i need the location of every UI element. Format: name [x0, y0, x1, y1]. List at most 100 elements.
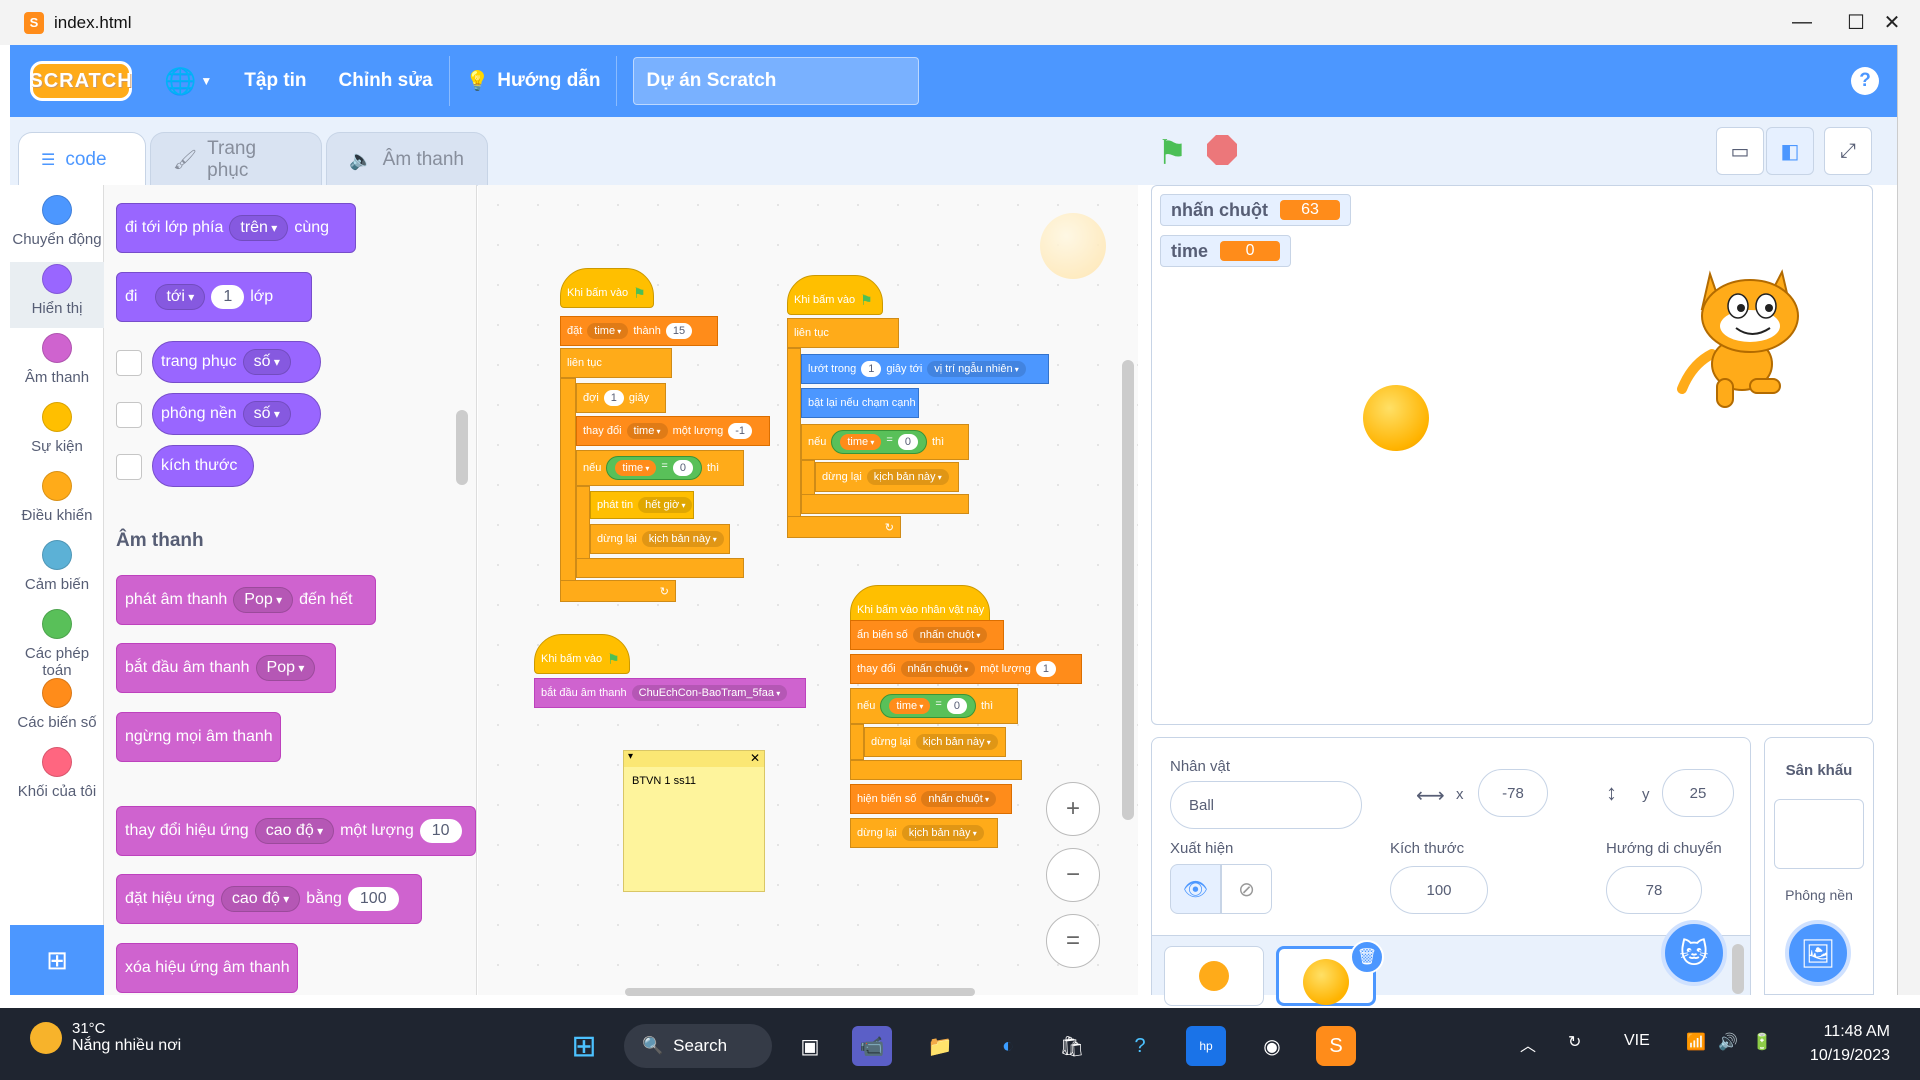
sprite-name-input[interactable]: Ball	[1170, 781, 1362, 829]
palette-block-start-sound[interactable]: bắt đầu âm thanh Pop	[116, 643, 336, 693]
zoom-reset-button[interactable]: =	[1046, 914, 1100, 968]
close-button[interactable]: ✕	[1864, 0, 1920, 45]
script1-forever[interactable]: liên tục	[560, 348, 672, 378]
comment-note[interactable]: ▾ ✕ BTVN 1 ss11	[623, 750, 765, 892]
palette-block-costume[interactable]: trang phục số	[152, 341, 321, 383]
block-reporter[interactable]: time	[889, 698, 931, 714]
direction-input[interactable]: 78	[1606, 866, 1702, 914]
backdrop-thumbnail[interactable]	[1774, 799, 1864, 869]
block-number-input[interactable]: 0	[897, 434, 918, 450]
close-icon[interactable]: ✕	[750, 751, 760, 765]
code-vertical-scrollbar[interactable]	[1122, 360, 1134, 820]
file-explorer-icon[interactable]: 📁	[920, 1026, 960, 1066]
script3-start-sound[interactable]: bắt đầu âm thanh ChuEchCon-BaoTram_5faa	[534, 678, 806, 708]
cat-sprite[interactable]	[1672, 254, 1822, 410]
block-dropdown[interactable]: cao độ	[220, 886, 301, 912]
block-dropdown[interactable]: Pop	[255, 655, 316, 681]
block-dropdown[interactable]: kịch bản này	[866, 469, 949, 485]
script3-hat[interactable]: Khi bấm vào ⚑	[534, 634, 630, 674]
block-reporter[interactable]: time	[840, 434, 882, 450]
language-menu[interactable]: 🌐 ▼	[148, 45, 228, 117]
script2-stop[interactable]: dừng lại kịch bản này	[815, 462, 959, 492]
block-dropdown[interactable]: kịch bản này	[901, 825, 984, 841]
script2-glide[interactable]: lướt trong 1 giây tới vị trí ngẫu nhiên	[801, 354, 1049, 384]
palette-block-backdrop[interactable]: phông nền số	[152, 393, 321, 435]
note-header[interactable]: ▾ ✕	[624, 751, 764, 767]
script4-stop[interactable]: dừng lại kịch bản này	[864, 727, 1006, 757]
edge-icon[interactable]: ◐	[988, 1026, 1028, 1066]
file-menu[interactable]: Tập tin	[228, 45, 322, 117]
edit-menu[interactable]: Chỉnh sửa	[323, 45, 449, 117]
block-dropdown[interactable]: trên	[229, 215, 289, 241]
script4-if[interactable]: nếu time = 0 thì	[850, 688, 1018, 724]
equals-operator[interactable]: time = 0	[606, 456, 702, 480]
taskbar-search[interactable]: 🔍 Search	[624, 1024, 772, 1068]
project-title-input[interactable]: Dự án Scratch	[633, 57, 920, 105]
sync-icon[interactable]: ↻	[1568, 1032, 1581, 1052]
scratch-app-icon[interactable]: S	[1316, 1026, 1356, 1066]
block-dropdown[interactable]: nhấn chuột	[921, 791, 997, 807]
script1-broadcast[interactable]: phát tin hết giờ	[590, 491, 694, 519]
block-number-input[interactable]: 1	[211, 285, 245, 309]
block-dropdown[interactable]: Pop	[233, 587, 294, 613]
script2-forever[interactable]: liên tục	[787, 318, 899, 348]
sprite-tile-cat[interactable]	[1164, 946, 1264, 1006]
tray-chevron-icon[interactable]: ︿	[1520, 1032, 1536, 1056]
window-scrollbar[interactable]	[1897, 45, 1920, 995]
teams-icon[interactable]: 📹	[852, 1026, 892, 1066]
script2-hat[interactable]: Khi bấm vào ⚑	[787, 275, 883, 315]
equals-operator[interactable]: time = 0	[831, 430, 927, 454]
palette-block-set-effect[interactable]: đặt hiệu ứng cao độ bằng 100	[116, 874, 422, 924]
stage-canvas[interactable]: nhấn chuột 63 time 0	[1151, 185, 1873, 725]
block-number-input[interactable]: 15	[665, 323, 693, 339]
reporter-checkbox[interactable]	[116, 350, 142, 376]
add-sprite-button[interactable]: 🐱	[1661, 920, 1727, 986]
zoom-in-button[interactable]: +	[1046, 782, 1100, 836]
size-input[interactable]: 100	[1390, 866, 1488, 914]
battery-icon[interactable]: 🔋	[1752, 1032, 1772, 1052]
block-dropdown[interactable]: kịch bản này	[641, 531, 724, 547]
scratch-logo[interactable]: SCRATCH	[29, 61, 132, 101]
block-dropdown[interactable]: nhấn chuột	[900, 661, 976, 677]
tab-costumes[interactable]: 🖌 Trang phục	[150, 132, 322, 186]
palette-block-go-to-layer[interactable]: đi tới lớp phía trên cùng	[116, 203, 356, 253]
weather-widget[interactable]: 31°C Nắng nhiều nơi	[30, 1020, 181, 1055]
block-number-input[interactable]: 100	[347, 887, 399, 911]
start-icon[interactable]: ⊞	[564, 1026, 604, 1066]
zoom-out-button[interactable]: −	[1046, 848, 1100, 902]
block-dropdown[interactable]: cao độ	[254, 818, 335, 844]
category-8[interactable]: Khối của tôi	[10, 745, 104, 811]
script4-hat[interactable]: Khi bấm vào nhân vật này	[850, 585, 990, 625]
reporter-checkbox[interactable]	[116, 402, 142, 428]
category-0[interactable]: Chuyển động	[10, 193, 104, 259]
add-backdrop-button[interactable]: 🖼	[1785, 920, 1851, 986]
palette-block-play-sound[interactable]: phát âm thanh Pop đến hết	[116, 575, 376, 625]
block-dropdown[interactable]: nhấn chuột	[912, 627, 988, 643]
task-view-icon[interactable]: ▣	[790, 1026, 830, 1066]
script4-stop2[interactable]: dừng lại kịch bản này	[850, 818, 998, 848]
script1-stop[interactable]: dừng lại kịch bản này	[590, 524, 730, 554]
block-reporter[interactable]: time	[615, 460, 657, 476]
add-extension-button[interactable]: ⊞	[10, 925, 104, 995]
show-sprite-button[interactable]: 👁	[1170, 864, 1221, 914]
wifi-icon[interactable]: 📶	[1686, 1032, 1706, 1052]
script1-change-var[interactable]: thay đổi time một lượng -1	[576, 416, 770, 446]
palette-block-go-layers[interactable]: đi tới 1 lớp	[116, 272, 312, 322]
palette-block-size[interactable]: kích thước	[152, 445, 254, 487]
note-text[interactable]: BTVN 1 ss11	[624, 767, 764, 795]
category-4[interactable]: Điều khiển	[10, 469, 104, 535]
script1-wait[interactable]: đợi 1 giây	[576, 383, 666, 413]
normal-stage-button[interactable]: ◧	[1766, 127, 1814, 175]
category-3[interactable]: Sự kiện	[10, 400, 104, 466]
category-1[interactable]: Hiển thị	[10, 262, 104, 328]
block-dropdown[interactable]: vị trí ngẫu nhiên	[927, 361, 1026, 377]
block-number-input[interactable]: 0	[946, 698, 967, 714]
help-app-icon[interactable]: ?	[1120, 1026, 1160, 1066]
x-input[interactable]: -78	[1478, 769, 1548, 817]
block-dropdown[interactable]: time	[587, 323, 629, 339]
script1-hat[interactable]: Khi bấm vào ⚑	[560, 268, 654, 308]
palette-scrollbar[interactable]	[456, 410, 468, 485]
ball-sprite[interactable]	[1363, 385, 1429, 451]
hide-sprite-button[interactable]: ⊘	[1221, 864, 1272, 914]
tab-sounds[interactable]: 🔈 Âm thanh	[326, 132, 488, 186]
